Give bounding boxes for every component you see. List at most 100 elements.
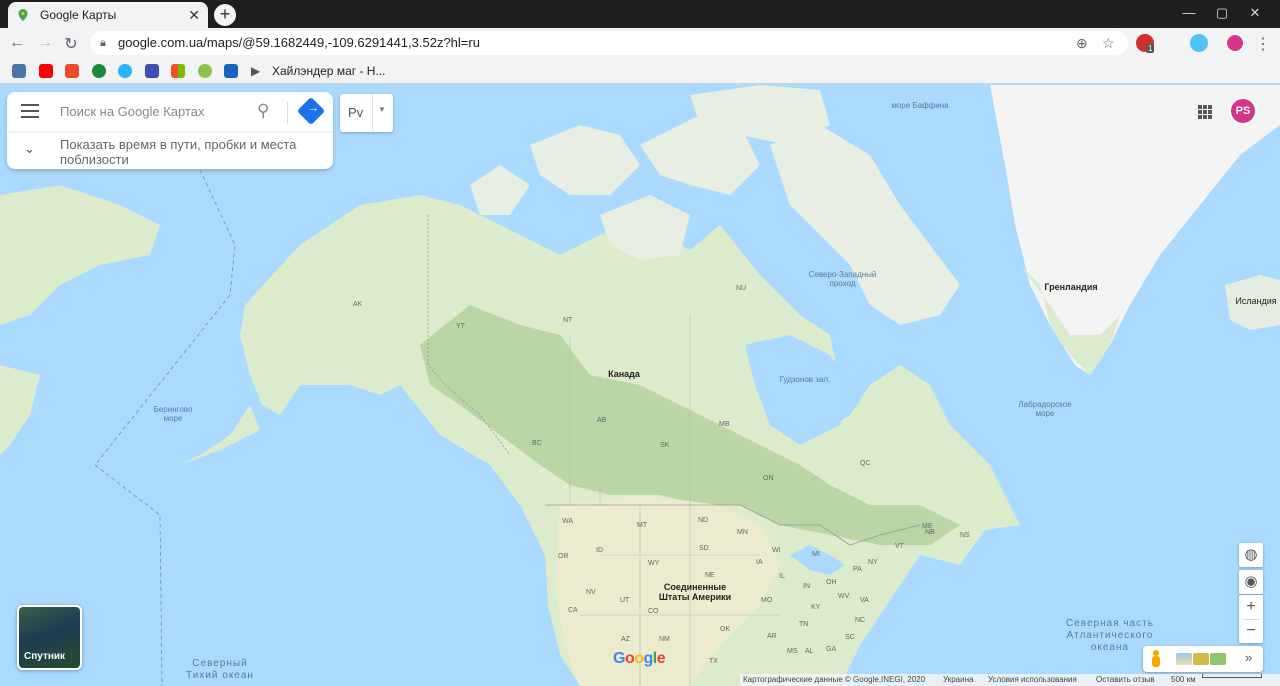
region-label: WA (562, 518, 574, 525)
canada-label: Канада (608, 369, 640, 379)
layer-terrain-icon[interactable] (1176, 653, 1192, 665)
extension-badge: 1 (1146, 44, 1155, 53)
region-link[interactable]: Украина (943, 674, 973, 686)
extension-icon[interactable] (1190, 34, 1208, 52)
search-icon[interactable]: ⚲ (257, 101, 269, 121)
region-label: AL (805, 648, 814, 655)
lock-icon: 🔒︎ (100, 37, 106, 49)
blue-bookmark-icon[interactable] (224, 64, 238, 78)
greenland (990, 85, 1280, 375)
maximize-icon[interactable]: ▢ (1207, 5, 1237, 21)
satellite-label: Спутник (24, 651, 66, 662)
layer-traffic-icon[interactable] (1193, 653, 1209, 665)
pocket-bookmark-icon[interactable] (65, 64, 79, 78)
travel-time-panel[interactable]: ⌄ Показать время в пути, пробки и места … (7, 132, 333, 169)
region-label: NY (868, 559, 878, 566)
browser-tab[interactable]: Google Карты ✕ (8, 2, 208, 28)
region-label: NU (736, 285, 747, 292)
settings-bookmark-icon[interactable] (118, 64, 132, 78)
forward-icon[interactable]: → (36, 34, 54, 52)
iceland-label: Исландия (1235, 296, 1277, 306)
region-label: ME (922, 523, 933, 530)
youtube-bookmark-icon[interactable] (39, 64, 53, 78)
directions-icon[interactable] (296, 96, 326, 126)
region-label: WI (772, 547, 781, 554)
zoom-divider (1243, 619, 1259, 620)
menu-dots-icon[interactable]: ⋮ (1254, 34, 1272, 54)
tab-title: Google Карты (40, 8, 117, 22)
region-label: NS (960, 532, 970, 539)
back-icon[interactable]: ← (8, 34, 26, 52)
bookmarks-bar: ▶ Хайлэндер маг - Н... (0, 58, 1280, 84)
region-label: UT (620, 597, 630, 604)
region-label: CA (568, 607, 578, 614)
play-bookmark-icon[interactable]: ▶ (251, 64, 265, 78)
region-label: NT (563, 317, 573, 324)
region-label: MT (637, 522, 648, 529)
region-label: MN (737, 529, 748, 536)
feedback-link[interactable]: Оставить отзыв (1096, 674, 1155, 686)
language-dropdown[interactable]: Рv ▼ (340, 94, 393, 132)
bookmark-highlander[interactable]: Хайлэндер маг - Н... (272, 64, 385, 78)
vk-bookmark-icon[interactable] (12, 64, 26, 78)
region-label: OH (826, 579, 837, 586)
minimize-icon[interactable]: — (1174, 5, 1204, 20)
travel-time-text: Показать время в пути, пробки и места по… (60, 137, 297, 167)
terms-link[interactable]: Условия использования (988, 674, 1077, 686)
region-label: GA (826, 646, 837, 653)
search-input[interactable]: Поиск на Google Картах (60, 104, 204, 119)
a-bookmark-icon[interactable] (198, 64, 212, 78)
region-label: NM (659, 636, 670, 643)
expand-layers-icon[interactable]: » (1245, 650, 1252, 665)
region-label: VT (895, 543, 904, 550)
google-maps-favicon-icon (18, 9, 28, 21)
region-label: WY (648, 560, 660, 567)
window-close-icon[interactable]: ✕ (1240, 5, 1270, 21)
region-label: TN (799, 621, 809, 628)
search-divider (287, 102, 288, 124)
pacific-ocean-label: Северный Тихий океан (186, 658, 254, 681)
layer-bike-icon[interactable] (1210, 653, 1226, 665)
region-label: WV (838, 593, 850, 600)
google-apps-icon[interactable] (1198, 105, 1212, 119)
satellite-toggle[interactable]: Спутник (17, 605, 82, 670)
avatar[interactable]: PS (1229, 97, 1257, 125)
region-label: ID (596, 547, 603, 554)
bering-sea-label: Берингово море (153, 405, 193, 423)
address-bar[interactable]: 🔒︎ google.com.ua/maps/@59.1682449,-109.6… (90, 31, 1128, 55)
zoom-in-button[interactable]: + (1239, 595, 1263, 619)
region-label: AK (353, 301, 363, 308)
url-text: google.com.ua/maps/@59.1682449,-109.6291… (118, 35, 480, 50)
region-label: ND (698, 517, 709, 524)
globe-icon[interactable]: ◍ (1239, 543, 1263, 567)
map-footer: Картографические данные © Google,INEGI, … (740, 674, 1280, 686)
region-label: KY (811, 604, 821, 611)
reload-icon[interactable]: ↻ (62, 34, 80, 54)
region-label: BC (532, 440, 542, 447)
menu-icon[interactable] (21, 104, 39, 118)
new-tab-button[interactable]: + (214, 4, 236, 26)
scale-label[interactable]: 500 км (1171, 674, 1196, 686)
region-label: VA (860, 597, 869, 604)
map-base-svg (0, 85, 1280, 686)
region-label: MO (761, 597, 773, 604)
region-label: TX (709, 658, 718, 665)
region-label: OR (558, 553, 569, 560)
microsoft-bookmark-icon[interactable] (171, 64, 185, 78)
zoom-page-icon[interactable]: ⊕ (1076, 31, 1088, 55)
close-tab-icon[interactable]: ✕ (188, 7, 200, 24)
region-label: NB (925, 529, 935, 536)
region-label: YT (456, 323, 465, 330)
sigma-bookmark-icon[interactable] (145, 64, 159, 78)
profile-icon[interactable] (1226, 34, 1244, 52)
zoom-out-button[interactable]: − (1239, 619, 1263, 643)
arctic-islands (530, 125, 640, 195)
pegman-icon[interactable] (1151, 650, 1161, 668)
language-label: Рv (348, 105, 364, 120)
map-canvas[interactable]: море Баффина Северо-Западный проход Гудз… (0, 85, 1280, 686)
green-bookmark-icon[interactable] (92, 64, 106, 78)
chevron-down-icon[interactable]: ⌄ (24, 141, 35, 157)
region-label: AR (767, 633, 777, 640)
my-location-icon[interactable]: ◉ (1239, 570, 1263, 594)
bookmark-star-icon[interactable]: ☆ (1102, 31, 1115, 55)
